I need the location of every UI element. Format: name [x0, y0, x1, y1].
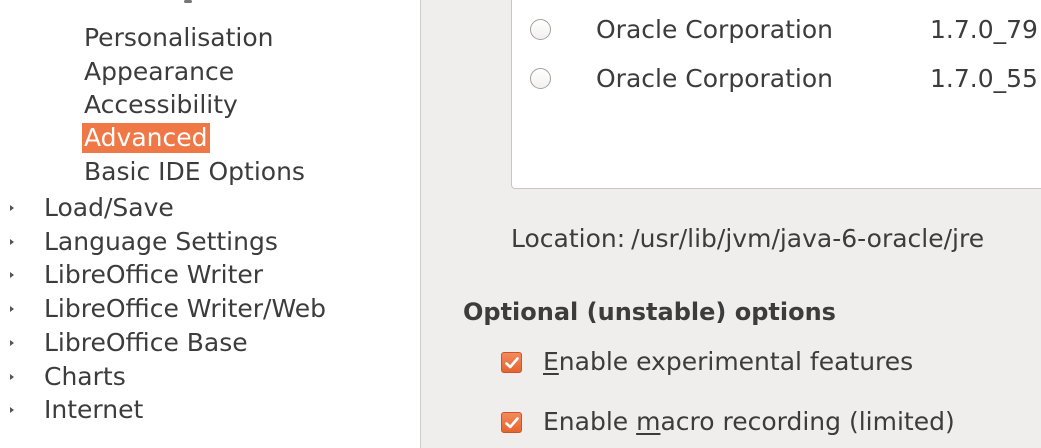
checkmark-icon [505, 417, 519, 429]
experimental-features-label: Enable experimental features [543, 347, 914, 376]
tree-item-libreoffice-base[interactable]: LibreOffice Base [10, 326, 250, 360]
tree-item-label: Language Settings [44, 227, 278, 256]
tree-item-label: LibreOffice Writer/Web [44, 294, 326, 323]
expander-arrow-icon[interactable] [10, 407, 14, 413]
tree-item-internet[interactable]: Internet [10, 393, 145, 427]
optional-options-heading: Optional (unstable) options [463, 298, 836, 326]
jre-vendor: Oracle Corporation [596, 15, 833, 44]
options-tree: Personalisation Appearance Accessibility… [0, 0, 420, 448]
tree-item-appearance[interactable]: Appearance [82, 55, 236, 89]
location-label: Location: [511, 224, 626, 253]
tree-item-libreoffice-writer[interactable]: LibreOffice Writer [10, 258, 265, 292]
tree-item-personalisation[interactable]: Personalisation [82, 21, 275, 55]
macro-recording-label: Enable macro recording (limited) [543, 407, 955, 436]
tree-item-label: LibreOffice Writer [44, 260, 264, 289]
location-path: /usr/lib/jvm/java-6-oracle/jre [631, 224, 985, 253]
checkmark-icon [505, 357, 519, 369]
tree-item-language-settings[interactable]: Language Settings [10, 225, 280, 259]
tree-item-label: Personalisation [84, 23, 274, 52]
tree-item-label: Appearance [84, 57, 235, 86]
experimental-features-checkbox[interactable] [501, 352, 522, 373]
jre-vendor: Oracle Corporation [596, 64, 833, 93]
tree-item-label: Accessibility [84, 90, 238, 119]
advanced-settings-pane: Oracle Corporation 1.7.0_79 Oracle Corpo… [420, 0, 1041, 448]
tree-item-accessibility[interactable]: Accessibility [82, 88, 240, 122]
tree-item-libreoffice-writer-web[interactable]: LibreOffice Writer/Web [10, 292, 328, 326]
expander-arrow-icon[interactable] [10, 239, 14, 245]
jre-version: 1.7.0_55 [930, 64, 1038, 93]
expander-arrow-icon[interactable] [10, 272, 14, 278]
jre-radio-button[interactable] [530, 68, 551, 89]
jre-radio-button[interactable] [530, 19, 551, 40]
tree-item-charts[interactable]: Charts [10, 360, 128, 394]
tree-item-label: Internet [44, 395, 144, 424]
jre-location: Location:/usr/lib/jvm/java-6-oracle/jre [511, 222, 984, 256]
tree-item-label: Basic IDE Options [84, 157, 305, 186]
tree-item-label: Load/Save [44, 193, 174, 222]
tree-item-label: Advanced [82, 123, 210, 153]
java-runtime-list[interactable]: Oracle Corporation 1.7.0_79 Oracle Corpo… [511, 0, 1041, 189]
expander-arrow-icon[interactable] [10, 306, 14, 312]
jre-row[interactable]: Oracle Corporation 1.7.0_79 [512, 10, 1041, 50]
jre-row[interactable]: Oracle Corporation 1.7.0_55 [512, 59, 1041, 99]
expander-arrow-icon[interactable] [10, 374, 14, 380]
jre-version: 1.7.0_79 [930, 15, 1038, 44]
tree-item-advanced[interactable]: Advanced [82, 121, 210, 155]
tree-item-label: LibreOffice Base [44, 328, 248, 357]
tree-item-basic-ide-options[interactable]: Basic IDE Options [82, 155, 307, 189]
tree-item-label: Charts [44, 362, 126, 391]
clipped-item-fragment [170, 0, 230, 6]
tree-item-load-save[interactable]: Load/Save [10, 191, 176, 225]
expander-arrow-icon[interactable] [10, 205, 14, 211]
macro-recording-checkbox[interactable] [501, 412, 522, 433]
expander-arrow-icon[interactable] [10, 340, 14, 346]
